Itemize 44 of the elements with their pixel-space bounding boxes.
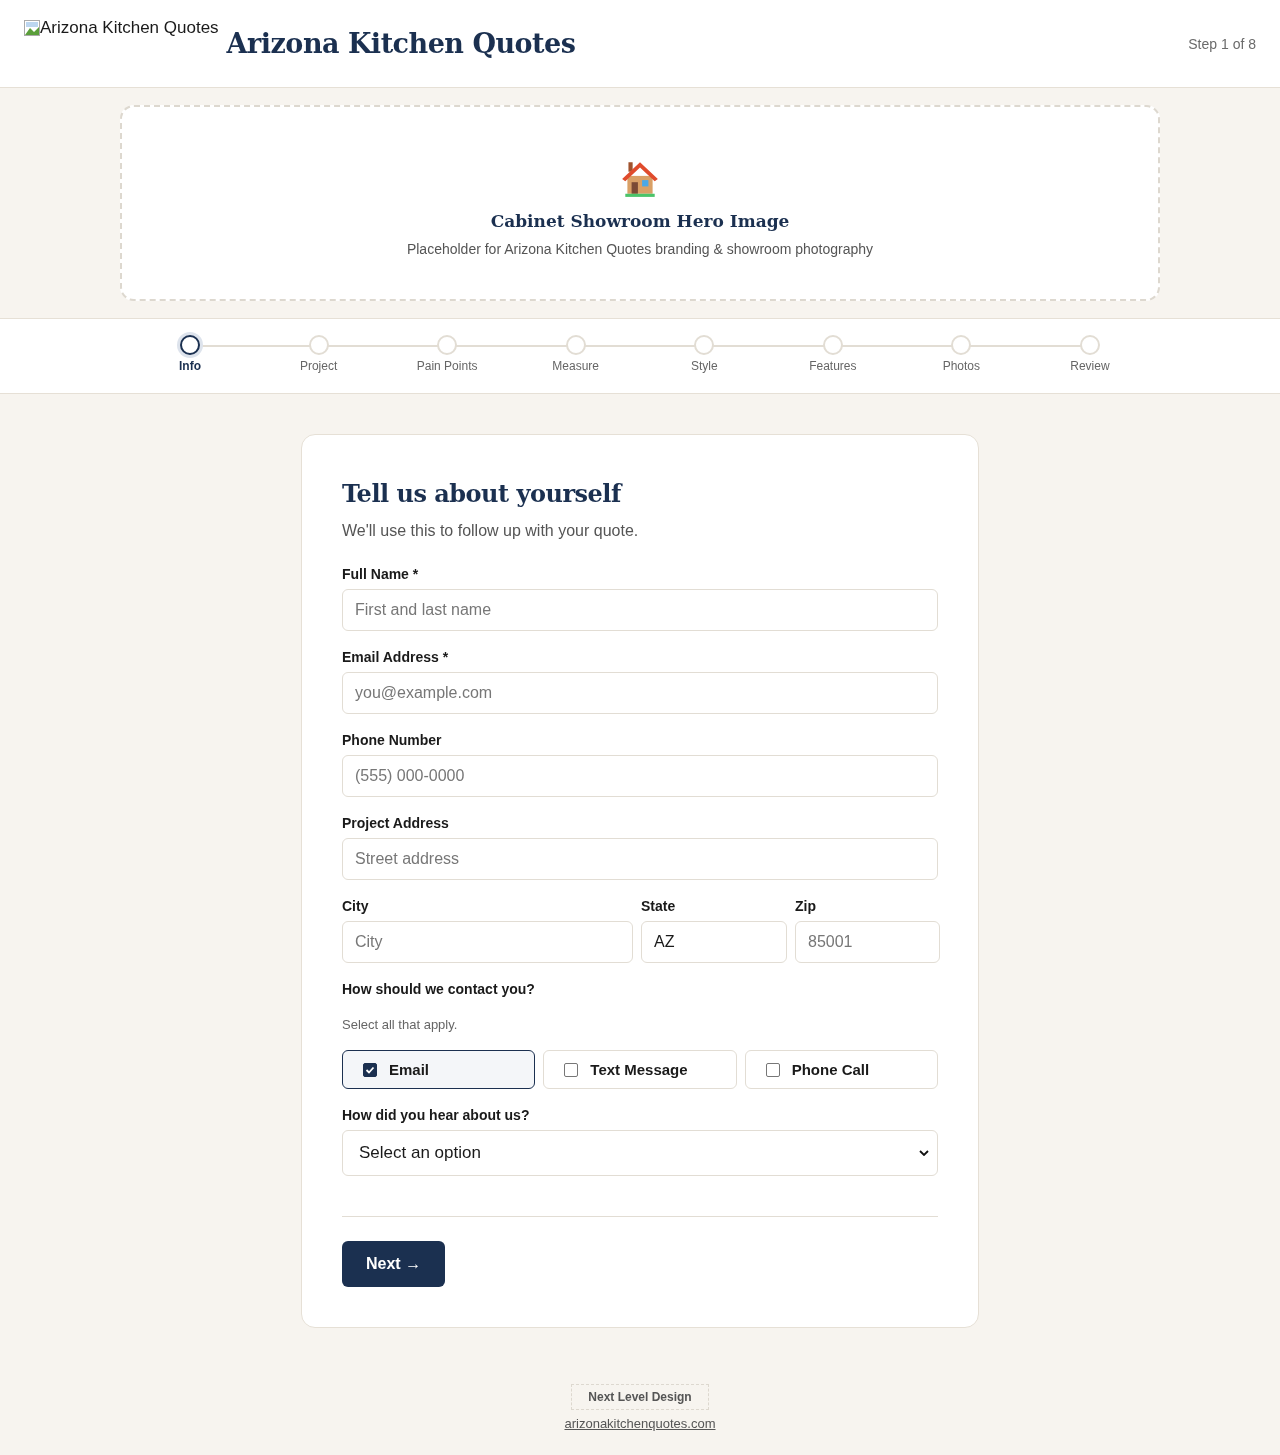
- field-label: Project Address: [342, 815, 450, 831]
- input-field[interactable]: you@example.com: [342, 672, 938, 714]
- form-title: Tell us about yourself: [342, 479, 624, 508]
- field-label: Email Address *: [342, 649, 450, 665]
- site-title: Arizona Kitchen Quotes: [226, 28, 576, 59]
- checkbox[interactable]: [363, 1062, 377, 1077]
- input-field[interactable]: City: [342, 921, 633, 963]
- footer-link[interactable]: arizonakitchenquotes.com: [564, 1416, 716, 1431]
- next-button[interactable]: Next →: [342, 1241, 446, 1287]
- form-subtitle: We'll use this to follow up with your quote.: [342, 522, 640, 540]
- field-label: Phone Number: [342, 732, 443, 748]
- input-field[interactable]: (555) 000-0000: [342, 755, 938, 797]
- checkbox[interactable]: [765, 1062, 780, 1077]
- hero-subtitle: Placeholder for Arizona Kitchen Quotes branding & showroom photography: [406, 241, 874, 257]
- input-field[interactable]: 85001: [795, 921, 940, 963]
- field-label: City: [342, 898, 370, 914]
- select-dropdown[interactable]: Select an option: [342, 1130, 938, 1176]
- field-label: How should we contact you?: [342, 981, 536, 997]
- footer-badge: Next Level Design: [571, 1384, 709, 1410]
- step-label[interactable]: Pain Points: [416, 359, 478, 373]
- contact-option[interactable]: Phone Call: [744, 1050, 938, 1089]
- input-field[interactable]: First and last name: [342, 589, 938, 631]
- step-label[interactable]: Info: [179, 359, 201, 373]
- step-label[interactable]: Photos: [942, 359, 981, 373]
- field-label: How did you hear about us?: [342, 1107, 531, 1123]
- step-label[interactable]: Review: [1070, 359, 1110, 373]
- field-label: Zip: [795, 898, 817, 914]
- field-label: State: [641, 898, 677, 914]
- hint-text: Select all that apply.: [342, 1017, 459, 1032]
- contact-option[interactable]: Email: [342, 1050, 536, 1089]
- field-label: Full Name *: [342, 566, 420, 582]
- input-field[interactable]: AZ: [641, 921, 787, 963]
- step-label[interactable]: Features: [809, 359, 857, 373]
- contact-option[interactable]: Text Message: [543, 1050, 737, 1089]
- checkbox[interactable]: [564, 1062, 579, 1077]
- logo-alt-text: Arizona Kitchen Quotes: [24, 18, 219, 38]
- hero-title: Cabinet Showroom Hero Image: [490, 211, 790, 231]
- input-field[interactable]: Street address: [342, 838, 938, 880]
- broken-image-icon: [24, 20, 40, 36]
- step-label[interactable]: Measure: [552, 359, 600, 373]
- step-label[interactable]: Project: [299, 359, 338, 373]
- chevron-icon: [919, 1150, 929, 1156]
- step-label[interactable]: Style: [690, 359, 718, 373]
- step-counter: Step 1 of 8: [1188, 36, 1256, 52]
